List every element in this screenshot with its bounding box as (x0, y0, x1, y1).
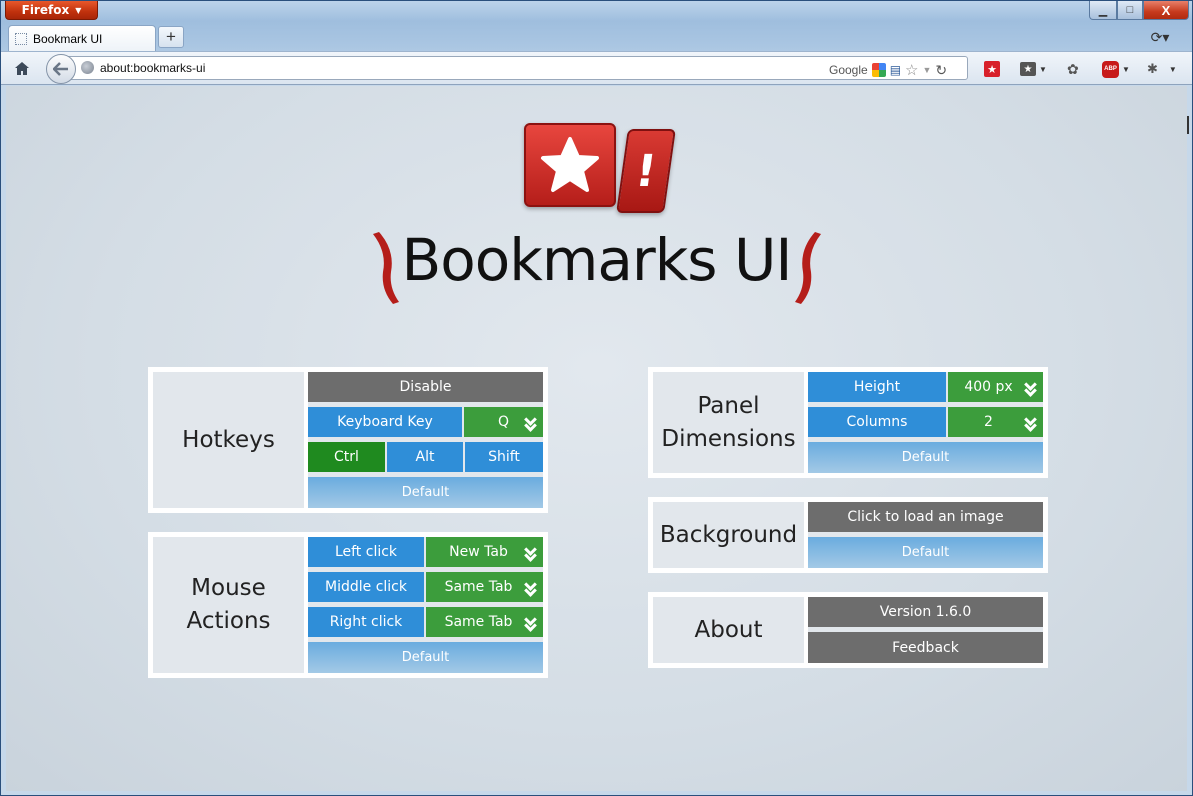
about-label: About (653, 597, 808, 663)
mouse-default-button[interactable]: Default (308, 642, 543, 673)
left-click-label: Left click (308, 537, 424, 567)
height-value: 400 px (964, 379, 1013, 395)
firefox-menu-button[interactable]: Firefox ▼ (5, 1, 98, 20)
maximize-button[interactable]: □ (1117, 1, 1143, 20)
search-engine-label: Google (829, 63, 868, 77)
tab-strip: Bookmark UI + ⟳▾ (1, 23, 1192, 51)
middle-click-select[interactable]: Same Tab (426, 572, 543, 602)
maximize-icon: □ (1126, 4, 1134, 16)
sync-icon[interactable]: ⟳▾ (1146, 27, 1174, 47)
url-text: about:bookmarks-ui (100, 61, 206, 75)
logo-star-block (524, 123, 616, 207)
double-chevron-down-icon (523, 613, 537, 633)
chevron-down-icon: ▼ (75, 5, 82, 15)
tab-title: Bookmark UI (33, 31, 103, 46)
close-button[interactable]: X (1143, 1, 1189, 20)
scrollbar[interactable] (1187, 116, 1189, 134)
tab-bookmark-ui[interactable]: Bookmark UI (8, 25, 156, 51)
left-click-value: New Tab (449, 544, 508, 560)
keyboard-key-label: Keyboard Key (308, 407, 462, 437)
alt-toggle[interactable]: Alt (387, 442, 463, 472)
version-button[interactable]: Version 1.6.0 (808, 597, 1043, 627)
hotkeys-card: Hotkeys Disable Keyboard Key Q Ctrl Alt … (148, 367, 548, 513)
navigation-toolbar: about:bookmarks-ui Google ▤ ☆ ▼ ↻ ★ ★ ▼ ✿… (1, 51, 1192, 85)
bookmarks-ui-logo: ! (524, 123, 676, 217)
browser-window: Firefox ▼ ▁ □ X Bookmark UI + ⟳▾ about:b… (0, 0, 1193, 796)
star-icon[interactable]: ☆ (905, 61, 918, 79)
load-image-button[interactable]: Click to load an image (808, 502, 1043, 532)
disable-button[interactable]: Disable (308, 372, 543, 402)
double-chevron-down-icon (523, 413, 537, 433)
left-click-select[interactable]: New Tab (426, 537, 543, 567)
panel-default-button[interactable]: Default (808, 442, 1043, 473)
page-icon (15, 32, 27, 45)
background-label: Background (653, 502, 808, 568)
shift-toggle[interactable]: Shift (465, 442, 543, 472)
firefox-menu-label: Firefox (21, 3, 70, 17)
mouse-actions-label-line1: Mouse (191, 575, 266, 601)
plus-icon: + (166, 27, 176, 46)
ribbon-right-icon (795, 232, 821, 304)
google-icon[interactable] (871, 63, 886, 77)
columns-value: 2 (984, 414, 993, 430)
mouse-actions-label: Mouse Actions (153, 537, 308, 673)
keyboard-key-value: Q (497, 414, 510, 430)
hotkeys-default-button[interactable]: Default (308, 477, 543, 508)
tools-icon[interactable]: ✱ ▼ (1147, 59, 1177, 79)
mouse-actions-card: Mouse Actions Left click New Tab Middle … (148, 532, 548, 678)
home-icon[interactable] (9, 57, 35, 79)
logo-exclamation-block: ! (616, 129, 676, 213)
title-bar: Firefox ▼ ▁ □ X (1, 1, 1192, 23)
panel-dimensions-label: Panel Dimensions (653, 372, 808, 473)
minimize-icon: ▁ (1098, 4, 1108, 17)
exclamation-icon: ! (632, 145, 660, 197)
panel-dimensions-label-line2: Dimensions (661, 425, 796, 452)
right-click-select[interactable]: Same Tab (426, 607, 543, 637)
panel-dimensions-label-line1: Panel (697, 392, 760, 419)
right-click-value: Same Tab (444, 614, 513, 630)
feedback-button[interactable]: Feedback (808, 632, 1043, 663)
background-default-button[interactable]: Default (808, 537, 1043, 568)
double-chevron-down-icon (1023, 378, 1037, 398)
middle-click-value: Same Tab (444, 579, 513, 595)
background-card: Background Click to load an image Defaul… (648, 497, 1048, 573)
new-tab-button[interactable]: + (158, 26, 184, 48)
bookmarks-menu-icon[interactable]: ★ ▼ (1020, 59, 1047, 79)
mouse-actions-label-line2: Actions (186, 608, 271, 634)
star-icon (541, 137, 599, 192)
keyboard-key-select[interactable]: Q (464, 407, 543, 437)
about-card: About Version 1.6.0 Feedback (648, 592, 1048, 668)
columns-label: Columns (808, 407, 946, 437)
middle-click-label: Middle click (308, 572, 424, 602)
back-button[interactable] (46, 54, 76, 84)
ctrl-toggle[interactable]: Ctrl (308, 442, 385, 472)
right-click-label: Right click (308, 607, 424, 637)
reader-icon[interactable]: ▤ (890, 63, 901, 77)
minimize-button[interactable]: ▁ (1089, 1, 1117, 20)
columns-select[interactable]: 2 (948, 407, 1043, 437)
double-chevron-down-icon (1023, 413, 1037, 433)
page-content: ! Bookmarks UI Hotkeys Disable Keyboard … (6, 86, 1187, 791)
reload-icon[interactable]: ↻ (935, 62, 947, 79)
globe-icon (81, 61, 94, 74)
close-icon: X (1161, 2, 1171, 18)
url-bar-actions: Google ▤ ☆ ▼ ↻ (829, 61, 947, 80)
dropdown-icon[interactable]: ▼ (923, 65, 932, 75)
height-label: Height (808, 372, 946, 402)
adblock-icon[interactable]: ABP ▼ (1102, 59, 1130, 79)
double-chevron-down-icon (523, 578, 537, 598)
height-select[interactable]: 400 px (948, 372, 1043, 402)
double-chevron-down-icon (523, 543, 537, 563)
page-title: Bookmarks UI (401, 226, 792, 294)
panel-dimensions-card: Panel Dimensions Height 400 px Columns 2… (648, 367, 1048, 478)
bookmarks-ui-toolbar-icon[interactable]: ★ (984, 59, 1000, 79)
hotkeys-label: Hotkeys (153, 372, 308, 508)
addon-icon[interactable]: ✿ (1067, 59, 1079, 79)
